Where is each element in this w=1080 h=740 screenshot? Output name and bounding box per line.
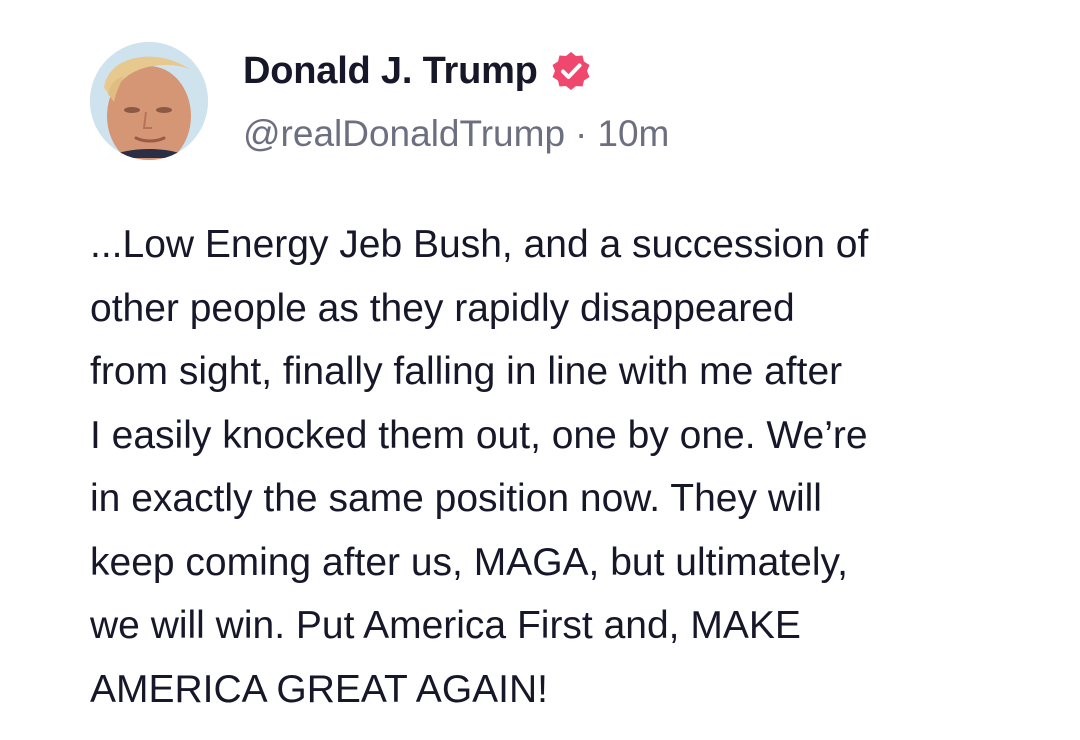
avatar-photo [90, 42, 208, 160]
author-name-row: Donald J. Trump [243, 46, 592, 96]
avatar[interactable] [90, 42, 208, 160]
author-display-name[interactable]: Donald J. Trump [243, 50, 538, 93]
verified-badge-icon [550, 50, 592, 92]
post-timestamp[interactable]: 10m [597, 113, 669, 155]
post-body-line: AMERICA GREAT AGAIN! [90, 667, 549, 711]
meta-separator: · [575, 113, 588, 154]
post-body-line: from sight, finally falling in line with… [90, 350, 843, 393]
post-body-line: ...Low Energy Jeb Bush, and a succession… [90, 223, 869, 266]
author-meta-row: @realDonaldTrump · 10m [243, 110, 669, 158]
post-card: Donald J. Trump @realDonaldTrump · 10m .… [0, 0, 1080, 740]
post-body-line: keep coming after us, MAGA, but ultimate… [90, 540, 848, 584]
post-body-line: other people as they rapidly disappeared [90, 286, 795, 330]
author-handle[interactable]: @realDonaldTrump [243, 113, 565, 155]
post-body: ...Low Energy Jeb Bush, and a succession… [90, 213, 990, 721]
post-body-line: we will win. Put America First and, MAKE [90, 604, 801, 647]
post-body-line: I easily knocked them out, one by one. W… [90, 413, 868, 457]
post-body-line: in exactly the same position now. They w… [90, 477, 822, 520]
